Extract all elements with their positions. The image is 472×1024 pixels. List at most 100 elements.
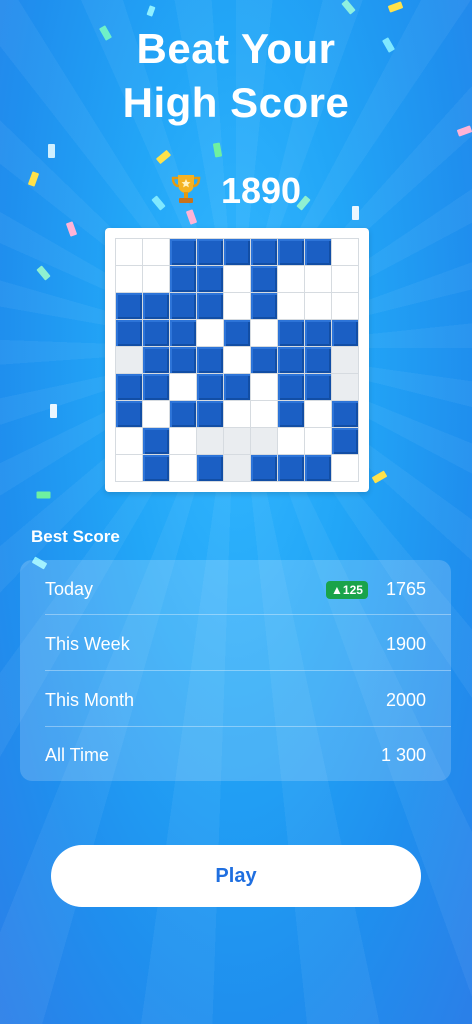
row-label: This Month <box>45 690 135 710</box>
best-score-row-alltime: All Time 1 300 <box>45 728 426 783</box>
board-cell-empty <box>224 455 250 481</box>
board-cell-filled <box>278 374 304 400</box>
board-cell-filled <box>332 320 358 346</box>
board-cell-empty <box>224 293 250 319</box>
game-board <box>105 228 369 492</box>
trophy-icon <box>171 172 201 215</box>
board-cell-filled <box>305 320 331 346</box>
board-cell-empty <box>143 239 169 265</box>
board-cell-filled <box>197 266 223 292</box>
board-cell-filled <box>143 293 169 319</box>
board-cell-filled <box>305 374 331 400</box>
play-button[interactable]: Play <box>51 845 421 907</box>
board-cell-empty <box>251 401 277 427</box>
board-cell-filled <box>170 293 196 319</box>
best-score-row-today: Today ▲125 1765 <box>45 562 426 617</box>
best-score-panel: Today ▲125 1765 This Week 1900 This Mont… <box>20 560 451 781</box>
board-cell-empty <box>224 428 250 454</box>
board-cell-empty <box>278 428 304 454</box>
board-cell-empty <box>251 428 277 454</box>
row-value: 1765 <box>385 579 426 599</box>
row-value: 1900 <box>385 634 426 654</box>
board-cell-filled <box>278 347 304 373</box>
board-cell-filled <box>278 455 304 481</box>
board-grid <box>115 238 359 482</box>
board-cell-filled <box>224 374 250 400</box>
board-cell-empty <box>143 266 169 292</box>
divider <box>45 670 451 671</box>
board-cell-filled <box>143 428 169 454</box>
board-cell-empty <box>143 401 169 427</box>
confetti-piece <box>65 221 78 237</box>
board-cell-empty <box>251 320 277 346</box>
confetti-piece <box>36 491 51 499</box>
best-score-row-week: This Week 1900 <box>45 617 426 672</box>
board-cell-filled <box>143 347 169 373</box>
board-cell-filled <box>305 455 331 481</box>
divider <box>45 614 451 615</box>
board-cell-empty <box>116 347 142 373</box>
board-cell-filled <box>143 455 169 481</box>
confetti-piece <box>212 142 223 158</box>
board-cell-filled <box>278 320 304 346</box>
board-cell-filled <box>170 320 196 346</box>
board-cell-filled <box>170 266 196 292</box>
board-cell-empty <box>170 374 196 400</box>
board-cell-filled <box>197 374 223 400</box>
best-score-row-month: This Month 2000 <box>45 673 426 728</box>
confetti-piece <box>341 0 356 15</box>
board-cell-empty <box>332 266 358 292</box>
title-line-1: Beat Your <box>136 25 336 72</box>
board-cell-empty <box>305 428 331 454</box>
current-score: 1890 <box>0 170 472 215</box>
confetti-piece <box>155 149 172 165</box>
board-cell-empty <box>332 347 358 373</box>
board-cell-empty <box>251 374 277 400</box>
board-cell-filled <box>116 293 142 319</box>
board-cell-empty <box>332 293 358 319</box>
board-cell-filled <box>251 239 277 265</box>
board-cell-empty <box>197 428 223 454</box>
board-cell-empty <box>305 293 331 319</box>
board-cell-empty <box>197 320 223 346</box>
board-cell-empty <box>278 266 304 292</box>
board-cell-empty <box>278 293 304 319</box>
board-cell-filled <box>170 347 196 373</box>
board-cell-empty <box>332 455 358 481</box>
row-label: Today <box>45 579 94 599</box>
board-cell-filled <box>305 347 331 373</box>
row-value: 2000 <box>385 690 426 710</box>
board-cell-filled <box>251 455 277 481</box>
board-cell-filled <box>251 266 277 292</box>
board-cell-empty <box>224 401 250 427</box>
confetti-piece <box>48 144 55 158</box>
page-title: Beat Your High Score <box>0 22 472 130</box>
board-cell-empty <box>116 266 142 292</box>
board-cell-empty <box>305 401 331 427</box>
board-cell-filled <box>170 401 196 427</box>
board-cell-empty <box>332 374 358 400</box>
board-cell-filled <box>251 347 277 373</box>
confetti-piece <box>146 5 156 17</box>
board-cell-empty <box>170 428 196 454</box>
board-cell-filled <box>332 401 358 427</box>
board-cell-filled <box>197 239 223 265</box>
confetti-piece <box>36 265 51 281</box>
board-cell-filled <box>116 320 142 346</box>
board-cell-filled <box>197 293 223 319</box>
board-cell-empty <box>305 266 331 292</box>
board-cell-empty <box>224 266 250 292</box>
board-cell-filled <box>116 401 142 427</box>
board-cell-filled <box>170 239 196 265</box>
board-cell-empty <box>224 347 250 373</box>
divider <box>45 726 451 727</box>
board-cell-filled <box>116 374 142 400</box>
board-cell-filled <box>332 428 358 454</box>
confetti-piece <box>387 1 404 13</box>
board-cell-filled <box>251 293 277 319</box>
score-value: 1890 <box>220 170 302 211</box>
row-value: 1 300 <box>380 745 426 765</box>
row-label: All Time <box>45 745 110 765</box>
board-cell-filled <box>305 239 331 265</box>
board-cell-empty <box>116 239 142 265</box>
